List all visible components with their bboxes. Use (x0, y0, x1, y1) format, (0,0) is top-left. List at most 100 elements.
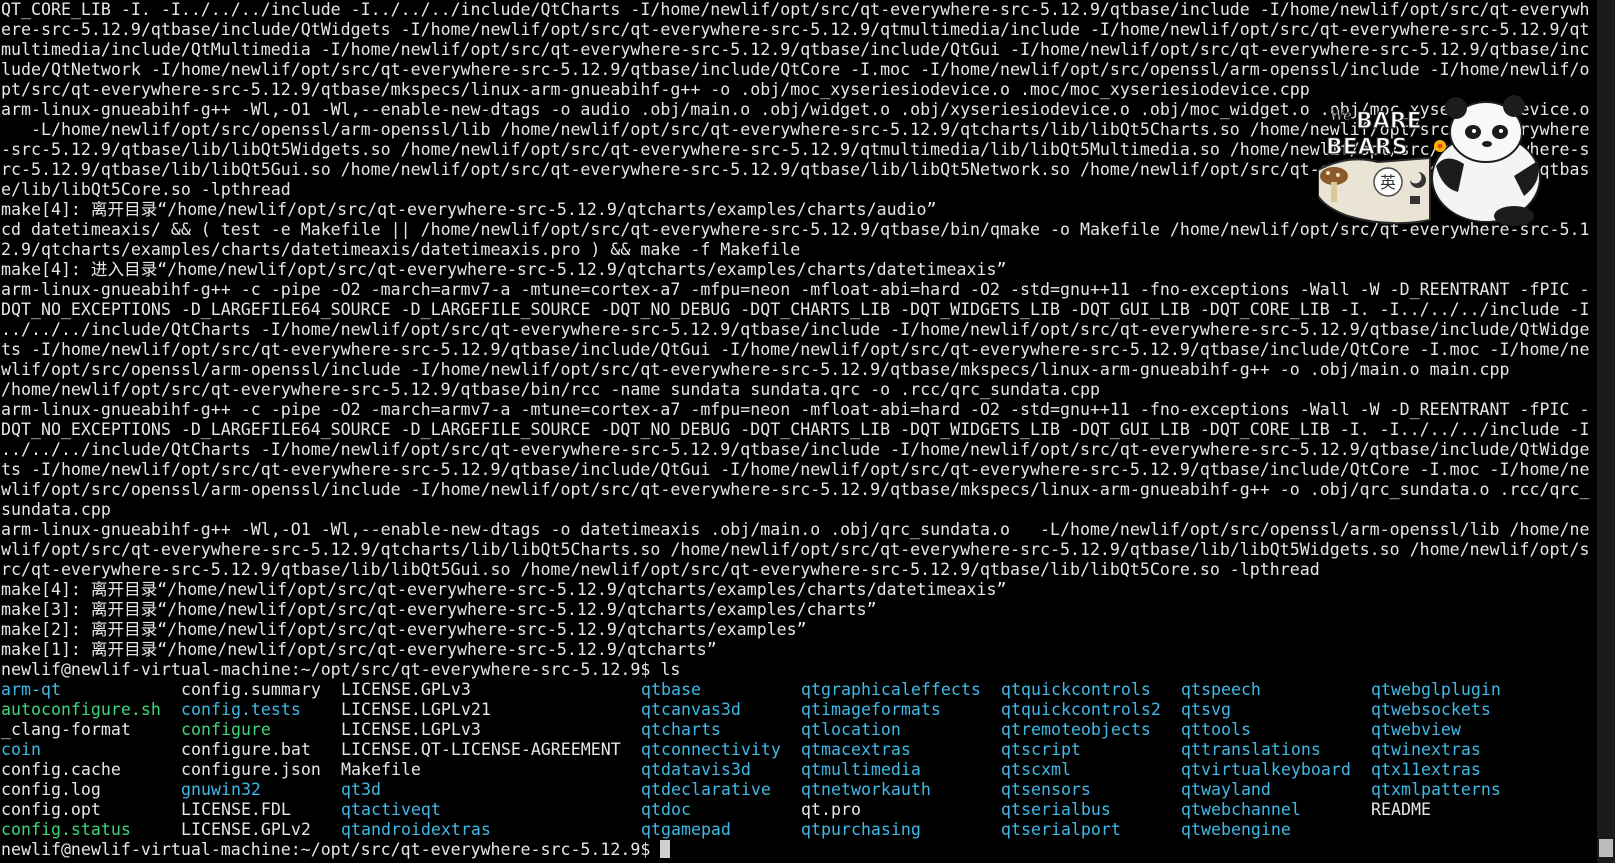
output-line: multimedia/include/QtMultimedia -I/home/… (1, 40, 1590, 59)
file-entry: _clang-format (1, 720, 131, 739)
file-entry: README (1371, 800, 1431, 819)
output-line: make[3]: 离开目录“/home/newlif/opt/src/qt-ev… (1, 600, 877, 619)
output-line: /home/newlif/opt/src/qt-everywhere-src-5… (1, 380, 1100, 399)
directory-entry: qtmultimedia (801, 760, 921, 779)
output-line: lude/QtNetwork -I/home/newlif/opt/src/qt… (1, 60, 1590, 79)
current-prompt-line[interactable]: newlif@newlif-virtual-machine:~/opt/src/… (1, 840, 1593, 860)
file-entry: config.summary (181, 680, 321, 699)
output-line: ts -I/home/newlif/opt/src/qt-everywhere-… (1, 460, 1590, 479)
output-line: arm-linux-gnueabihf-g++ -c -pipe -O2 -ma… (1, 280, 1590, 299)
directory-entry: qtlocation (801, 720, 901, 739)
executable-entry: config.status (1, 820, 131, 839)
directory-entry: qtwebview (1371, 720, 1461, 739)
directory-entry: qtgamepad (641, 820, 731, 839)
file-entry: LICENSE.QT-LICENSE-AGREEMENT (341, 740, 621, 759)
output-line: wlif/opt/src/openssl/arm-openssl/include… (1, 360, 1510, 379)
directory-entry: qtwebengine (1181, 820, 1291, 839)
output-line: DQT_NO_EXCEPTIONS -D_LARGEFILE64_SOURCE … (1, 420, 1590, 439)
text-cursor (660, 840, 671, 858)
output-line: wlif/opt/src/openssl/arm-openssl/include… (1, 480, 1590, 499)
directory-entry: qtsensors (1001, 780, 1091, 799)
shell-prompt: newlif@newlif-virtual-machine:~/opt/src/… (1, 840, 661, 859)
file-entry: LICENSE.LGPLv21 (341, 700, 491, 719)
directory-entry: qtquickcontrols (1001, 680, 1151, 699)
output-line: make[2]: 离开目录“/home/newlif/opt/src/qt-ev… (1, 620, 807, 639)
directory-entry: qtgraphicaleffects (801, 680, 981, 699)
output-line: arm-linux-gnueabihf-g++ -Wl,-O1 -Wl,--en… (1, 520, 1590, 539)
output-line: make[4]: 进入目录“/home/newlif/opt/src/qt-ev… (1, 260, 1007, 279)
output-line: ../../../include/QtCharts -I/home/newlif… (1, 440, 1590, 459)
output-line: ../../../include/QtCharts -I/home/newlif… (1, 320, 1590, 339)
directory-entry: qt3d (341, 780, 381, 799)
directory-entry: qtandroidextras (341, 820, 491, 839)
ls-row: config.opt LICENSE.FDL qtactiveqt qtdoc qt.p… (1, 800, 1593, 820)
directory-entry: qtdatavis3d (641, 760, 751, 779)
file-entry: LICENSE.GPLv2 (181, 820, 311, 839)
output-line: arm-linux-gnueabihf-g++ -c -pipe -O2 -ma… (1, 400, 1590, 419)
file-entry: config.opt (1, 800, 101, 819)
output-line: make[4]: 离开目录“/home/newlif/opt/src/qt-ev… (1, 580, 1007, 599)
file-entry: config.cache (1, 760, 121, 779)
output-line: make[1]: 离开目录“/home/newlif/opt/src/qt-ev… (1, 640, 717, 659)
directory-entry: qtwebglplugin (1371, 680, 1501, 699)
ls-row: autoconfigure.sh config.tests LICENSE.LGPL… (1, 700, 1593, 720)
ls-row: config.status LICENSE.GPLv2 qtandroidextra… (1, 820, 1593, 840)
directory-entry: qtwayland (1181, 780, 1271, 799)
terminal-window[interactable]: QT_CORE_LIB -I. -I../../../include -I../… (0, 0, 1615, 863)
ls-row: config.cache configure.json Makefile qtdata… (1, 760, 1593, 780)
ls-row: coin configure.bat LICENSE.QT-LICENSE-AGRE… (1, 740, 1593, 760)
file-entry: configure.bat (181, 740, 311, 759)
sticker-text-we: We (1330, 108, 1352, 124)
output-line: ere-src-5.12.9/qtbase/include/QtWidgets … (1, 20, 1590, 39)
vertical-scrollbar[interactable] (1597, 0, 1615, 863)
file-entry: LICENSE.GPLv3 (341, 680, 471, 699)
directory-entry: qtspeech (1181, 680, 1261, 699)
ls-command-line: newlif@newlif-virtual-machine:~/opt/src/… (1, 660, 1593, 680)
directory-entry: qtremoteobjects (1001, 720, 1151, 739)
sticker-text-bare: BARE (1356, 109, 1422, 134)
directory-entry: qtcharts (641, 720, 721, 739)
directory-entry: qttranslations (1181, 740, 1321, 759)
directory-entry: qtwebsockets (1371, 700, 1491, 719)
directory-entry: qtwebchannel (1181, 800, 1301, 819)
ls-listing: arm-qt config.summary LICENSE.GPLv3 qtbase q… (1, 680, 1593, 840)
sticker-text-bears: BEARS (1326, 135, 1408, 160)
directory-entry: qtmacextras (801, 740, 911, 759)
directory-entry: qtwinextras (1371, 740, 1481, 759)
file-entry: qt.pro (801, 800, 861, 819)
ls-row: arm-qt config.summary LICENSE.GPLv3 qtbase q… (1, 680, 1593, 700)
directory-entry: qtvirtualkeyboard (1181, 760, 1351, 779)
output-line: wlif/opt/src/qt-everywhere-src-5.12.9/qt… (1, 540, 1590, 559)
executable-entry: autoconfigure.sh (1, 700, 161, 719)
directory-entry: qtxmlpatterns (1371, 780, 1501, 799)
output-line: QT_CORE_LIB -I. -I../../../include -I../… (1, 0, 1590, 19)
file-entry: Makefile (341, 760, 421, 779)
output-line: DQT_NO_EXCEPTIONS -D_LARGEFILE64_SOURCE … (1, 300, 1590, 319)
scrollbar-thumb[interactable] (1599, 839, 1613, 857)
command-text: ls (660, 660, 681, 679)
ls-row: config.log gnuwin32 qt3d qtdeclarative qtnet… (1, 780, 1593, 800)
ime-label[interactable]: 英 (1380, 173, 1396, 192)
directory-entry: qtnetworkauth (801, 780, 931, 799)
output-line: rc/qt-everywhere-src-5.12.9/qtbase/lib/l… (1, 560, 1320, 579)
shell-prompt: newlif@newlif-virtual-machine:~/opt/src/… (1, 660, 661, 679)
directory-entry: qtcanvas3d (641, 700, 741, 719)
directory-entry: qtscxml (1001, 760, 1071, 779)
output-line: ts -I/home/newlif/opt/src/qt-everywhere-… (1, 340, 1590, 359)
directory-entry: qtimageformats (801, 700, 941, 719)
directory-entry: qtquickcontrols2 (1001, 700, 1161, 719)
directory-entry: qtconnectivity (641, 740, 781, 759)
directory-entry: qtdeclarative (641, 780, 771, 799)
output-line: 2.9/qtcharts/examples/charts/datetimeaxi… (1, 240, 801, 259)
file-entry: LICENSE.FDL (181, 800, 291, 819)
ls-row: _clang-format configure LICENSE.LGPLv3 qtch… (1, 720, 1593, 740)
directory-entry: qttools (1181, 720, 1251, 739)
file-entry: LICENSE.LGPLv3 (341, 720, 481, 739)
directory-entry: qtscript (1001, 740, 1081, 759)
directory-entry: config.tests (181, 700, 301, 719)
directory-entry: qtpurchasing (801, 820, 921, 839)
directory-entry: coin (1, 740, 41, 759)
output-line: sundata.cpp (1, 500, 111, 519)
directory-entry: qtserialport (1001, 820, 1121, 839)
directory-entry: qtsvg (1181, 700, 1231, 719)
